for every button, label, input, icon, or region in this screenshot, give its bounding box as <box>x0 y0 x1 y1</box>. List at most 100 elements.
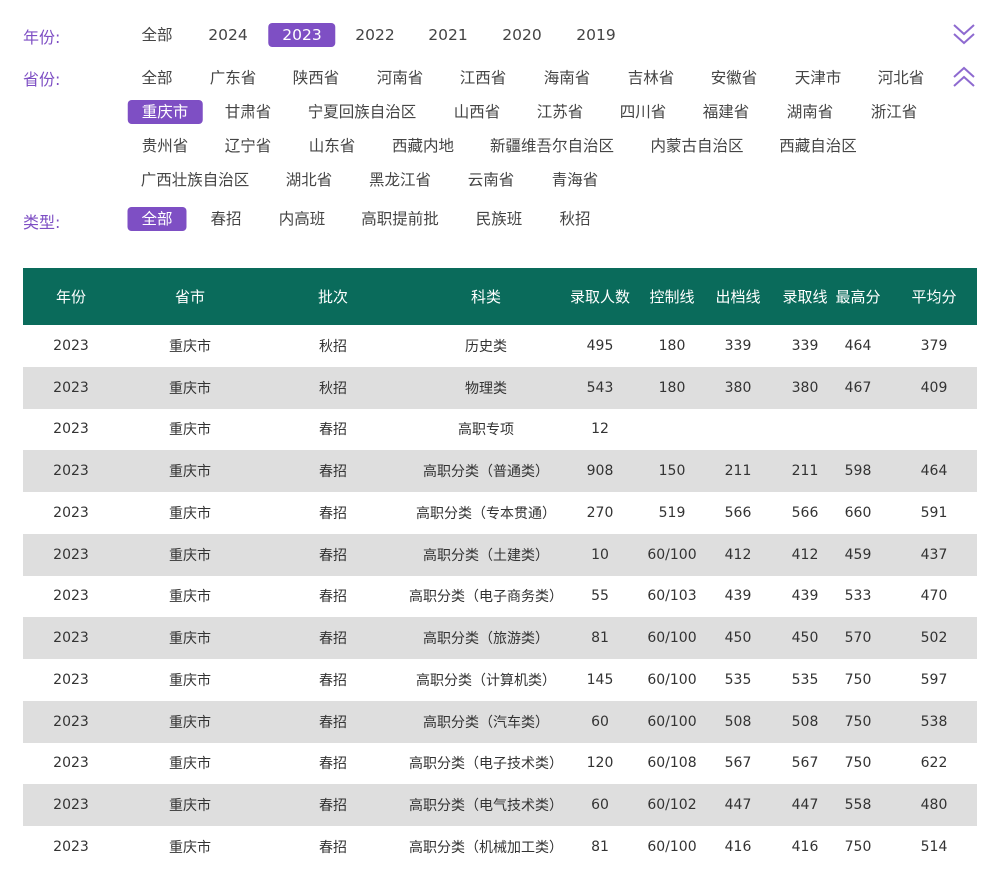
province-option[interactable]: 河北省 <box>878 66 925 90</box>
table-cell: 春招 <box>319 672 347 689</box>
table-cell: 380 <box>791 379 819 396</box>
column-header: 控制线 <box>649 288 695 306</box>
province-option[interactable]: 江西省 <box>460 66 507 90</box>
type-option[interactable]: 民族班 <box>476 207 523 231</box>
province-option[interactable]: 广西壮族自治区 <box>141 168 250 192</box>
table-cell: 60/100 <box>647 630 697 647</box>
table-cell: 145 <box>586 671 614 688</box>
type-option[interactable]: 全部 <box>127 207 187 231</box>
province-option[interactable]: 青海省 <box>552 168 599 192</box>
province-option[interactable]: 黑龙江省 <box>369 168 431 192</box>
province-option[interactable]: 宁夏回族自治区 <box>308 100 417 124</box>
table-cell: 416 <box>791 838 819 855</box>
year-option[interactable]: 2024 <box>208 23 247 47</box>
table-cell: 重庆市 <box>169 756 211 773</box>
province-option[interactable]: 湖北省 <box>286 168 333 192</box>
table-cell: 重庆市 <box>169 422 211 439</box>
chevron-double-up-icon[interactable] <box>950 63 978 91</box>
province-option[interactable]: 浙江省 <box>871 100 918 124</box>
table-cell: 春招 <box>319 839 347 856</box>
table-cell: 180 <box>658 337 686 354</box>
table-cell: 2023 <box>53 463 89 480</box>
province-option[interactable]: 云南省 <box>468 168 515 192</box>
table-cell: 10 <box>591 546 609 563</box>
province-option[interactable]: 重庆市 <box>127 100 203 124</box>
type-option[interactable]: 高职提前批 <box>361 207 439 231</box>
table-row: 2023 重庆市 春招 高职分类（计算机类） 145 60/100 535 535 750 597 <box>23 659 977 701</box>
province-option[interactable]: 天津市 <box>795 66 842 90</box>
table-cell: 750 <box>844 755 872 772</box>
column-header: 出档线 <box>715 288 761 306</box>
table-cell: 459 <box>844 546 872 563</box>
province-option[interactable]: 四川省 <box>620 100 667 124</box>
table-cell: 495 <box>586 337 614 354</box>
table-cell: 508 <box>724 713 752 730</box>
table-cell: 598 <box>844 463 872 480</box>
province-option[interactable]: 内蒙古自治区 <box>650 134 743 158</box>
table-cell: 622 <box>920 755 948 772</box>
table-row: 2023 重庆市 春招 高职分类（机械加工类） 81 60/100 416 416 750 514 <box>23 826 977 868</box>
province-option[interactable]: 吉林省 <box>628 66 675 90</box>
province-option[interactable]: 新疆维吾尔自治区 <box>490 134 614 158</box>
province-option[interactable]: 福建省 <box>703 100 750 124</box>
table-row: 2023 重庆市 秋招 物理类 543 180 380 380 467 409 <box>23 366 977 409</box>
year-option[interactable]: 全部 <box>141 23 172 47</box>
year-option[interactable]: 2019 <box>576 23 615 47</box>
table-cell: 高职分类（机械加工类） <box>409 839 563 856</box>
table-cell: 439 <box>724 588 752 605</box>
table-cell: 409 <box>920 379 948 396</box>
table-cell: 660 <box>844 504 872 521</box>
table-cell: 高职分类（普通类） <box>423 464 549 481</box>
year-option[interactable]: 2022 <box>355 23 394 47</box>
table-cell: 450 <box>791 630 819 647</box>
province-filter-label: 省份: <box>23 70 61 89</box>
table-row: 2023 重庆市 春招 高职分类（汽车类） 60 60/100 508 508 750 538 <box>23 700 977 743</box>
table-row: 2023 重庆市 春招 高职分类（专本贯通） 270 519 566 566 660 591 <box>23 492 977 534</box>
table-cell: 高职分类（汽车类） <box>423 714 549 731</box>
province-option[interactable]: 辽宁省 <box>225 134 272 158</box>
table-cell: 重庆市 <box>169 547 211 564</box>
province-option[interactable]: 海南省 <box>544 66 591 90</box>
table-row: 2023 重庆市 春招 高职分类（旅游类） 81 60/100 450 450 570 502 <box>23 617 977 659</box>
year-option[interactable]: 2023 <box>268 23 336 47</box>
chevron-double-down-icon[interactable] <box>950 20 978 48</box>
year-option[interactable]: 2020 <box>502 23 541 47</box>
province-option[interactable]: 山西省 <box>454 100 501 124</box>
table-cell: 60/100 <box>647 838 697 855</box>
province-option[interactable]: 贵州省 <box>142 134 189 158</box>
type-option[interactable]: 内高班 <box>279 207 326 231</box>
column-header: 年份 <box>55 288 87 306</box>
province-option[interactable]: 湖南省 <box>787 100 834 124</box>
table-cell: 2023 <box>53 755 89 772</box>
province-option[interactable]: 山东省 <box>309 134 356 158</box>
table-cell: 437 <box>920 546 948 563</box>
table-cell: 重庆市 <box>169 672 211 689</box>
table-cell: 470 <box>920 588 948 605</box>
table-cell: 12 <box>591 421 609 438</box>
type-option[interactable]: 春招 <box>210 207 241 231</box>
province-option[interactable]: 江苏省 <box>537 100 584 124</box>
province-option[interactable]: 安徽省 <box>711 66 758 90</box>
table-cell: 2023 <box>53 838 89 855</box>
type-option[interactable]: 秋招 <box>559 207 590 231</box>
table-cell: 750 <box>844 838 872 855</box>
year-option[interactable]: 2021 <box>428 23 467 47</box>
table-cell: 566 <box>724 504 752 521</box>
table-cell: 2023 <box>53 379 89 396</box>
province-option[interactable]: 西藏内地 <box>392 134 454 158</box>
table-cell: 447 <box>724 797 752 814</box>
table-body: 2023 重庆市 秋招 历史类 495 180 339 339 464 379 2023 重庆市 秋招物… <box>23 325 977 868</box>
province-option[interactable]: 陕西省 <box>293 66 340 90</box>
table-cell: 高职分类（旅游类） <box>423 631 549 648</box>
table-cell: 480 <box>920 797 948 814</box>
table-cell: 750 <box>844 671 872 688</box>
table-cell: 春招 <box>319 505 347 522</box>
province-option[interactable]: 全部 <box>141 66 172 90</box>
province-option[interactable]: 河南省 <box>377 66 424 90</box>
province-option[interactable]: 西藏自治区 <box>779 134 857 158</box>
table-cell: 2023 <box>53 713 89 730</box>
province-option[interactable]: 甘肃省 <box>225 100 272 124</box>
table-cell: 2023 <box>53 797 89 814</box>
table-cell: 高职分类（电子技术类） <box>409 756 563 773</box>
province-option[interactable]: 广东省 <box>210 66 257 90</box>
